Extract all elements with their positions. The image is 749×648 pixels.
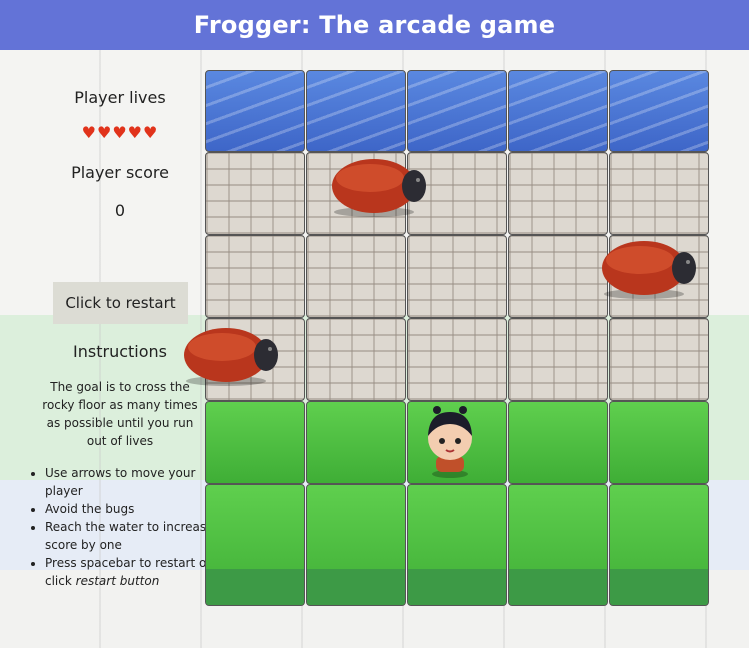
grass-tile: [205, 401, 305, 484]
water-tile: [306, 70, 406, 152]
grass-tile: [306, 401, 406, 484]
grass-tile: [407, 484, 507, 606]
page-header: Frogger: The arcade game: [0, 0, 749, 50]
grass-tile: [609, 401, 709, 484]
water-tile: [407, 70, 507, 152]
grass-tile: [205, 484, 305, 606]
enemy-bug-icon: [602, 241, 696, 299]
stone-tile: [609, 318, 709, 401]
restart-hint: restart button: [75, 574, 160, 588]
grass-tile: [609, 484, 709, 606]
stone-tile: [407, 235, 507, 318]
player-character-icon: [428, 406, 472, 478]
grass-tile: [508, 401, 608, 484]
game-board: [205, 70, 710, 606]
score-label: Player score: [71, 163, 169, 182]
stone-tile: [508, 235, 608, 318]
restart-button[interactable]: Click to restart: [53, 282, 188, 324]
score-value: 0: [114, 201, 126, 220]
lives-label: Player lives: [74, 88, 166, 107]
stone-tile: [306, 235, 406, 318]
page-title: Frogger: The arcade game: [193, 11, 556, 39]
enemy-bug-icon: [332, 159, 426, 217]
stone-tile: [205, 235, 305, 318]
instructions-text: The goal is to cross the rocky floor as …: [42, 380, 198, 448]
water-tile: [609, 70, 709, 152]
water-tile: [508, 70, 608, 152]
lives-hearts: ♥♥♥♥♥: [81, 123, 159, 142]
instructions-list: Use arrows to move your player Avoid the…: [25, 464, 235, 590]
stone-tile: [508, 152, 608, 235]
grass-tile: [508, 484, 608, 606]
stone-tile: [205, 152, 305, 235]
stone-tile: [508, 318, 608, 401]
stone-tile: [306, 318, 406, 401]
stone-tile: [609, 152, 709, 235]
water-tile: [205, 70, 305, 152]
enemy-bug-icon: [184, 328, 278, 386]
stone-tile: [407, 318, 507, 401]
grass-tile: [306, 484, 406, 606]
